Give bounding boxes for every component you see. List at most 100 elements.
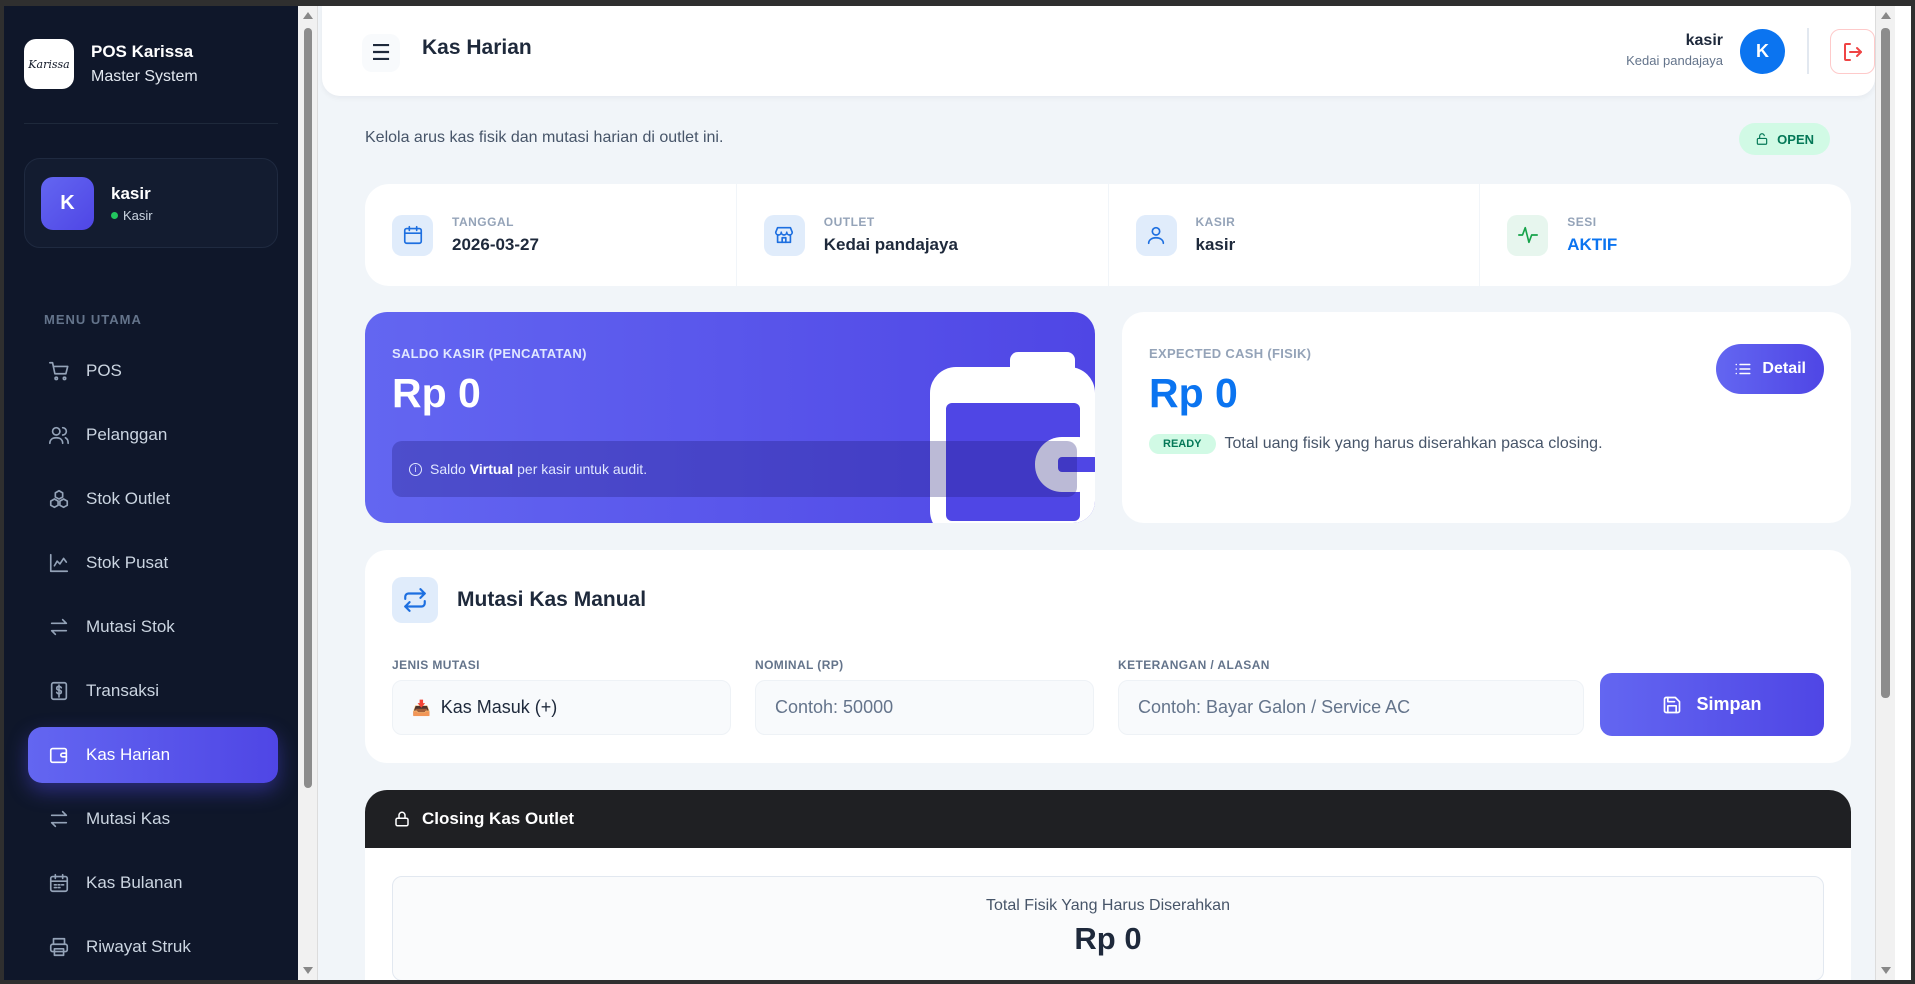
- hamburger-icon: ☰: [371, 40, 391, 65]
- sidebar-item-mutasi-stok[interactable]: Mutasi Stok: [28, 599, 278, 655]
- printer-icon: [49, 937, 69, 957]
- scrollbar-thumb[interactable]: [1881, 28, 1890, 698]
- users-icon: [49, 426, 69, 445]
- sidebar-item-label: Mutasi Stok: [86, 617, 175, 636]
- save-button[interactable]: Simpan: [1600, 673, 1824, 736]
- info-value: 2026-03-27: [452, 235, 539, 254]
- main-scrollbar[interactable]: [1875, 6, 1895, 980]
- info-tanggal: TANGGAL 2026-03-27: [365, 184, 737, 286]
- cart-icon: [49, 361, 69, 381]
- scrollbar-thumb[interactable]: [304, 28, 312, 788]
- scroll-up-arrow-icon[interactable]: [303, 12, 313, 19]
- header-user-name: kasir: [1685, 32, 1723, 49]
- user-role: Kasir: [111, 208, 153, 223]
- logout-button[interactable]: [1830, 29, 1875, 74]
- sidebar-item-riwayat-struk[interactable]: Riwayat Struk: [28, 919, 278, 975]
- sidebar-item-transaksi[interactable]: Transaksi: [28, 663, 278, 719]
- closing-total-value: Rp 0: [1074, 921, 1142, 956]
- scroll-down-arrow-icon[interactable]: [1881, 967, 1891, 974]
- info-label: TANGGAL: [452, 215, 514, 229]
- scroll-down-arrow-icon[interactable]: [303, 967, 313, 974]
- sidebar-item-pos[interactable]: POS: [28, 343, 278, 399]
- repeat-icon: [404, 588, 426, 612]
- sidebar-item-label: Kas Harian: [86, 745, 171, 764]
- expected-description: Total uang fisik yang harus diserahkan p…: [1224, 435, 1603, 452]
- info-outlet: OUTLET Kedai pandajaya: [737, 184, 1109, 286]
- sidebar-item-label: Stok Outlet: [86, 489, 171, 508]
- header-user-info: kasir Kedai pandajaya: [1626, 32, 1723, 68]
- divider: [24, 123, 278, 124]
- sidebar: Karissa POS Karissa Master System K kasi…: [4, 6, 298, 980]
- info-kasir: KASIR kasir: [1109, 184, 1481, 286]
- closing-total-box: Total Fisik Yang Harus Diserahkan Rp 0: [392, 876, 1824, 980]
- sidebar-item-kas-harian[interactable]: Kas Harian: [28, 727, 278, 783]
- brand-logo: Karissa: [24, 39, 74, 89]
- user-role-label: Kasir: [123, 207, 153, 223]
- sidebar-item-stok-pusat[interactable]: Stok Pusat: [28, 535, 278, 591]
- sidebar-item-label: Pelanggan: [86, 425, 168, 444]
- swap-icon: [50, 618, 68, 636]
- topbar: ☰ Kas Harian kasir Kedai pandajaya K: [322, 6, 1875, 96]
- chart-icon: [49, 553, 69, 573]
- detail-button[interactable]: Detail: [1716, 344, 1824, 394]
- sidebar-item-label: Stok Pusat: [86, 553, 169, 572]
- status-badge: OPEN: [1739, 123, 1830, 155]
- sidebar-item-mutasi-kas[interactable]: Mutasi Kas: [28, 791, 278, 847]
- info-sesi: SESI AKTIF: [1480, 184, 1851, 286]
- sidebar-item-label: Riwayat Struk: [86, 937, 191, 956]
- info-label: SESI: [1567, 215, 1597, 229]
- app-window: Karissa POS Karissa Master System K kasi…: [0, 0, 1915, 984]
- boxes-icon: [49, 489, 69, 509]
- activity-icon: [1517, 226, 1538, 244]
- sidebar-item-label: Mutasi Kas: [86, 809, 171, 828]
- sidebar-menu: POS Pelanggan Stok Outlet Stok Pusat Mut…: [28, 343, 278, 980]
- section-title: Mutasi Kas Manual: [457, 588, 647, 611]
- calendar-icon: [49, 873, 69, 893]
- nominal-placeholder: Contoh: 50000: [775, 697, 894, 717]
- expected-value: Rp 0: [1149, 370, 1238, 416]
- sidebar-item-label: Transaksi: [86, 681, 160, 700]
- ready-badge: READY: [1149, 434, 1216, 454]
- saldo-kasir-card: SALDO KASIR (PENCATATAN) Rp 0 i Saldo Vi…: [365, 312, 1095, 523]
- sidebar-scrollbar[interactable]: [298, 6, 318, 980]
- sidebar-item-label: Kas Bulanan: [86, 873, 183, 892]
- header-outlet-name: Kedai pandajaya: [1626, 53, 1723, 68]
- keterangan-input[interactable]: Contoh: Bayar Galon / Service AC: [1118, 680, 1584, 735]
- wallet-icon: [49, 747, 68, 764]
- closing-header: Closing Kas Outlet: [365, 790, 1851, 848]
- scroll-up-arrow-icon[interactable]: [1881, 12, 1891, 19]
- closing-title: Closing Kas Outlet: [422, 809, 575, 828]
- main-content: ☰ Kas Harian kasir Kedai pandajaya K Kel…: [318, 6, 1895, 980]
- session-info-strip: TANGGAL 2026-03-27 OUTLET Kedai pandajay…: [365, 184, 1851, 286]
- brand[interactable]: Karissa POS Karissa Master System: [24, 39, 198, 89]
- expected-cash-card: EXPECTED CASH (FISIK) Rp 0 READY Total u…: [1122, 312, 1851, 523]
- detail-button-label: Detail: [1762, 360, 1806, 377]
- swap-icon: [50, 810, 68, 828]
- avatar[interactable]: K: [1740, 29, 1785, 74]
- info-icon: i: [409, 462, 422, 476]
- info-value: kasir: [1195, 235, 1236, 254]
- jenis-mutasi-select[interactable]: 📥 Kas Masuk (+): [392, 680, 731, 735]
- mutasi-kas-manual-card: Mutasi Kas Manual JENIS MUTASI 📥 Kas Mas…: [365, 550, 1851, 763]
- field-label: NOMINAL (RP): [755, 658, 844, 672]
- divider: [1807, 28, 1809, 74]
- saldo-note-bold: Virtual: [469, 461, 514, 477]
- info-value: Kedai pandajaya: [823, 235, 958, 254]
- sidebar-user-card: K kasir Kasir: [24, 158, 278, 248]
- store-icon: [775, 226, 794, 244]
- saldo-note-prefix: Saldo: [430, 461, 466, 477]
- info-label: KASIR: [1195, 215, 1236, 229]
- nominal-input[interactable]: Contoh: 50000: [755, 680, 1094, 735]
- inbox-tray-icon: 📥: [412, 699, 431, 717]
- save-icon: [1664, 696, 1681, 713]
- menu-heading: MENU UTAMA: [44, 312, 142, 327]
- avatar: K: [41, 176, 94, 230]
- saldo-note-suffix: per kasir untuk audit.: [517, 461, 648, 477]
- menu-toggle-button[interactable]: ☰: [362, 34, 400, 72]
- sidebar-item-label: POS: [86, 361, 122, 380]
- sidebar-item-stok-outlet[interactable]: Stok Outlet: [28, 471, 278, 527]
- page-description: Kelola arus kas fisik dan mutasi harian …: [365, 129, 724, 146]
- sidebar-item-pelanggan[interactable]: Pelanggan: [28, 407, 278, 463]
- session-status-value: AKTIF: [1567, 235, 1618, 254]
- sidebar-item-kas-bulanan[interactable]: Kas Bulanan: [28, 855, 278, 911]
